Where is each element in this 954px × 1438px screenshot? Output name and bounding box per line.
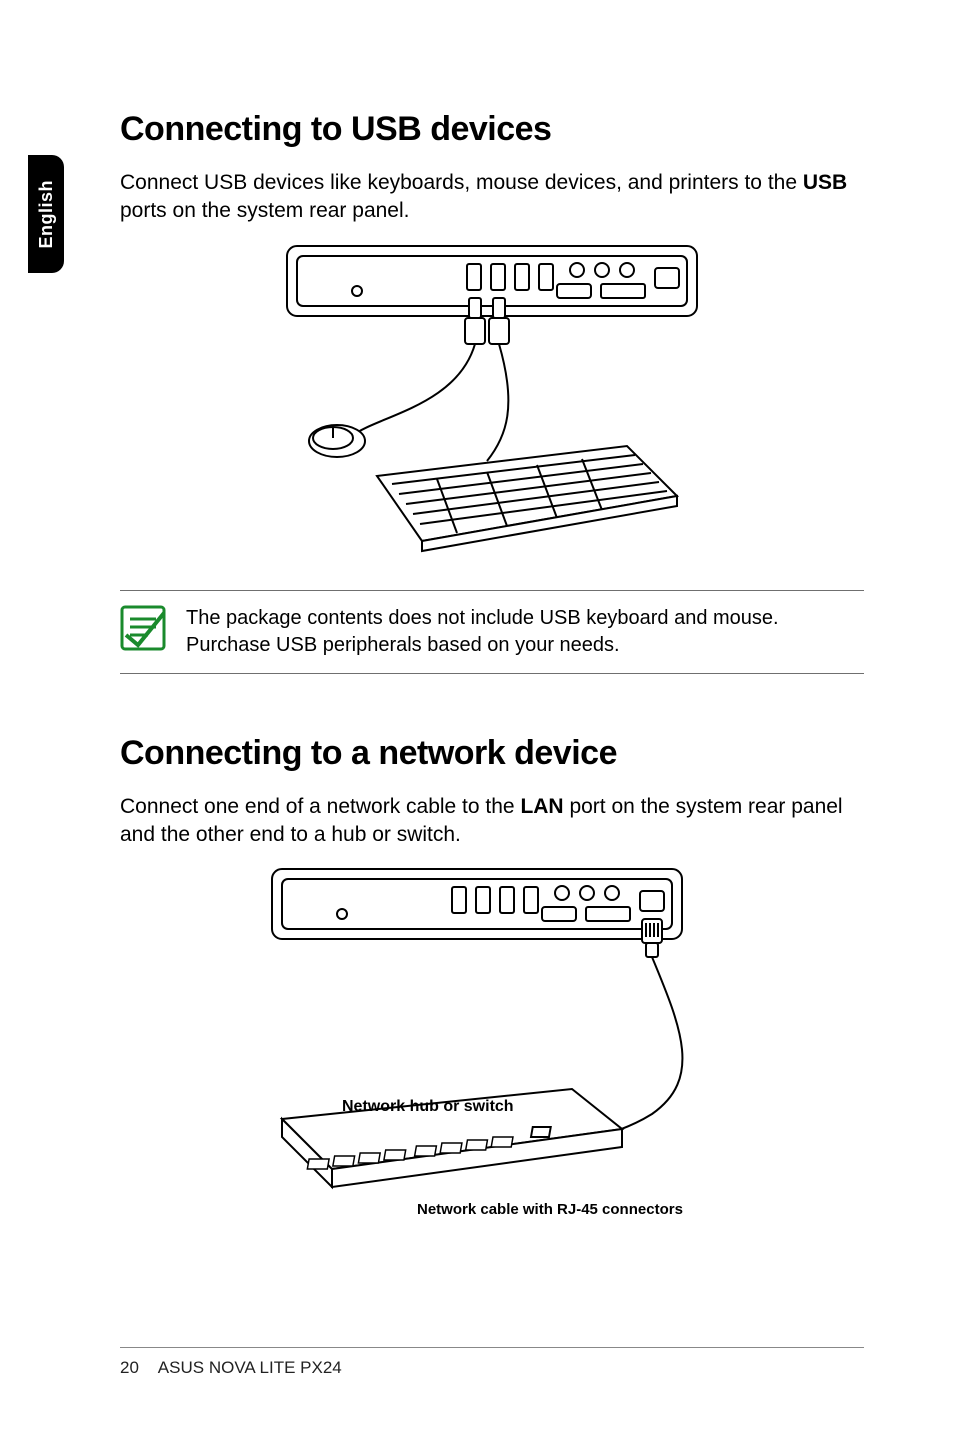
section1-body-pre: Connect USB devices like keyboards, mous… (120, 171, 803, 194)
footer: 20 ASUS NOVA LITE PX24 (120, 1347, 864, 1378)
figure-network: Network hub or switch Network cable with… (120, 859, 864, 1229)
note-row: The package contents does not include US… (120, 590, 864, 674)
section1-body: Connect USB devices like keyboards, mous… (120, 169, 864, 226)
lan-bold: LAN (520, 795, 563, 818)
figure-usb (120, 236, 864, 566)
note-text: The package contents does not include US… (186, 605, 864, 659)
note-icon (120, 605, 166, 651)
page-number: 20 (120, 1358, 154, 1378)
footer-product: ASUS NOVA LITE PX24 (158, 1358, 342, 1377)
cable-label: Network cable with RJ-45 connectors (417, 1201, 683, 1218)
section1-title: Connecting to USB devices (120, 110, 864, 149)
section2-body: Connect one end of a network cable to th… (120, 793, 864, 850)
network-connection-illustration: Network hub or switch Network cable with… (242, 859, 742, 1229)
section1-body-post: ports on the system rear panel. (120, 199, 409, 222)
language-label: English (36, 180, 57, 249)
section2-body-pre: Connect one end of a network cable to th… (120, 795, 520, 818)
usb-bold: USB (803, 171, 847, 194)
hub-label: Network hub or switch (342, 1098, 514, 1115)
language-tab: English (28, 155, 64, 273)
section2-title: Connecting to a network device (120, 734, 864, 773)
usb-connection-illustration (257, 236, 727, 566)
